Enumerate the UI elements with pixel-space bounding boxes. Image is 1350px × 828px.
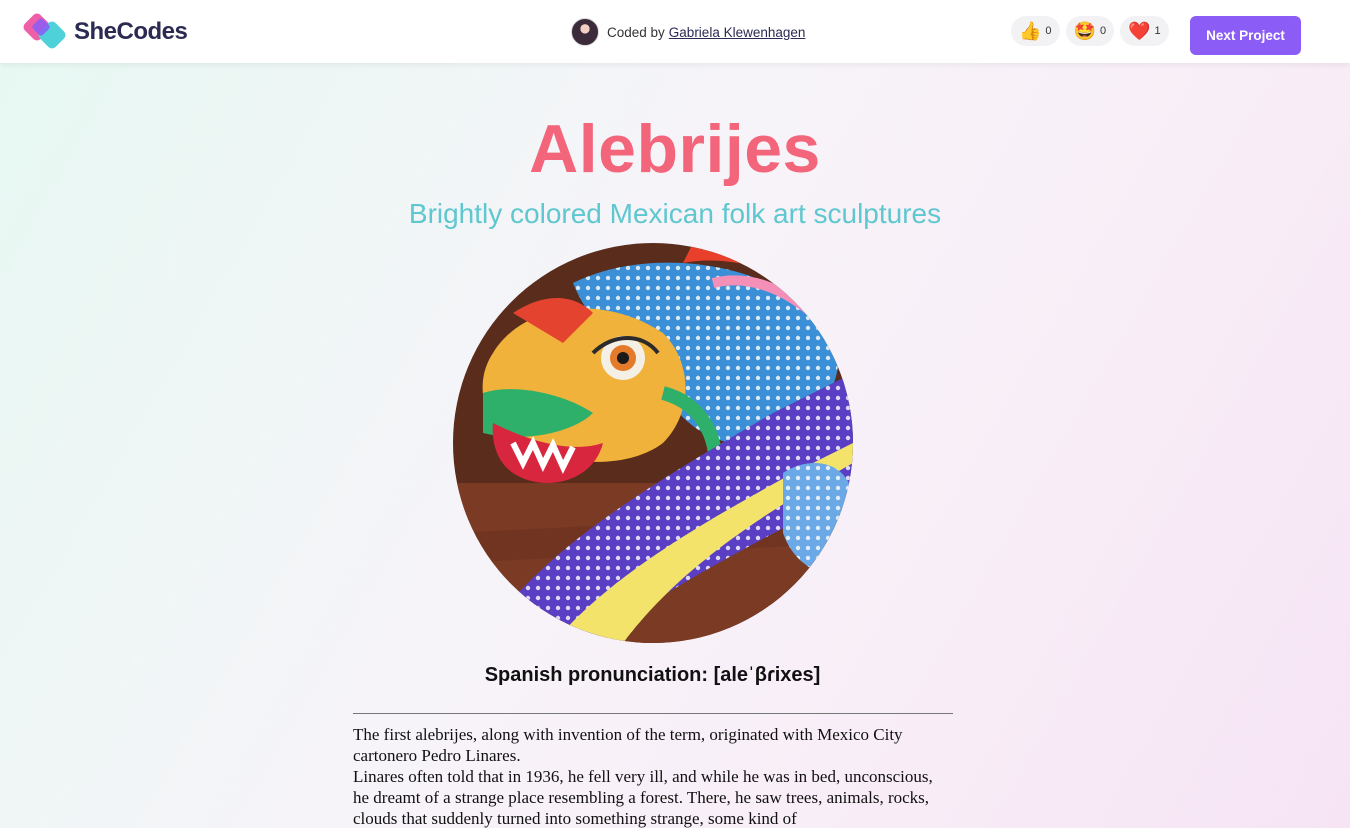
reaction-count: 0 [1099,25,1107,37]
star-struck-icon: 🤩 [1073,21,1096,41]
reaction-heart-button[interactable]: ❤️ 1 [1120,16,1169,46]
author-link[interactable]: Gabriela Klewenhagen [669,25,806,40]
next-project-button[interactable]: Next Project [1190,16,1301,55]
alebrije-photo [453,243,853,643]
shecodes-logo-icon [23,13,66,49]
reaction-count: 1 [1154,25,1161,37]
page-title: Alebrijes [529,111,821,187]
author-avatar[interactable] [571,18,599,46]
divider [353,713,953,714]
thumbs-up-icon: 👍 [1019,21,1042,41]
alebrije-image [453,243,853,643]
page-subtitle: Brightly colored Mexican folk art sculpt… [408,198,942,229]
top-navbar: SheCodes Coded by Gabriela Klewenhagen 👍… [0,0,1350,63]
reaction-count: 0 [1045,25,1052,37]
author-credit: Coded by Gabriela Klewenhagen [571,18,805,46]
shecodes-logo[interactable]: SheCodes [23,10,188,54]
brand-name: SheCodes [74,18,188,45]
reaction-thumbs-up-button[interactable]: 👍 0 [1011,16,1060,46]
reaction-star-struck-button[interactable]: 🤩 0 [1065,16,1115,46]
reactions-bar: 👍 0 🤩 0 ❤️ 1 [1011,16,1169,46]
paragraph: The first alebrijes, along with inventio… [353,725,903,765]
pronunciation-heading: Spanish pronunciation: [aleˈβɾixes] [484,664,821,686]
coded-by-label: Coded by [607,24,665,40]
heart-icon: ❤️ [1128,21,1151,41]
paragraph: Linares often told that in 1936, he fell… [353,767,933,828]
article-body: The first alebrijes, along with inventio… [353,724,953,828]
